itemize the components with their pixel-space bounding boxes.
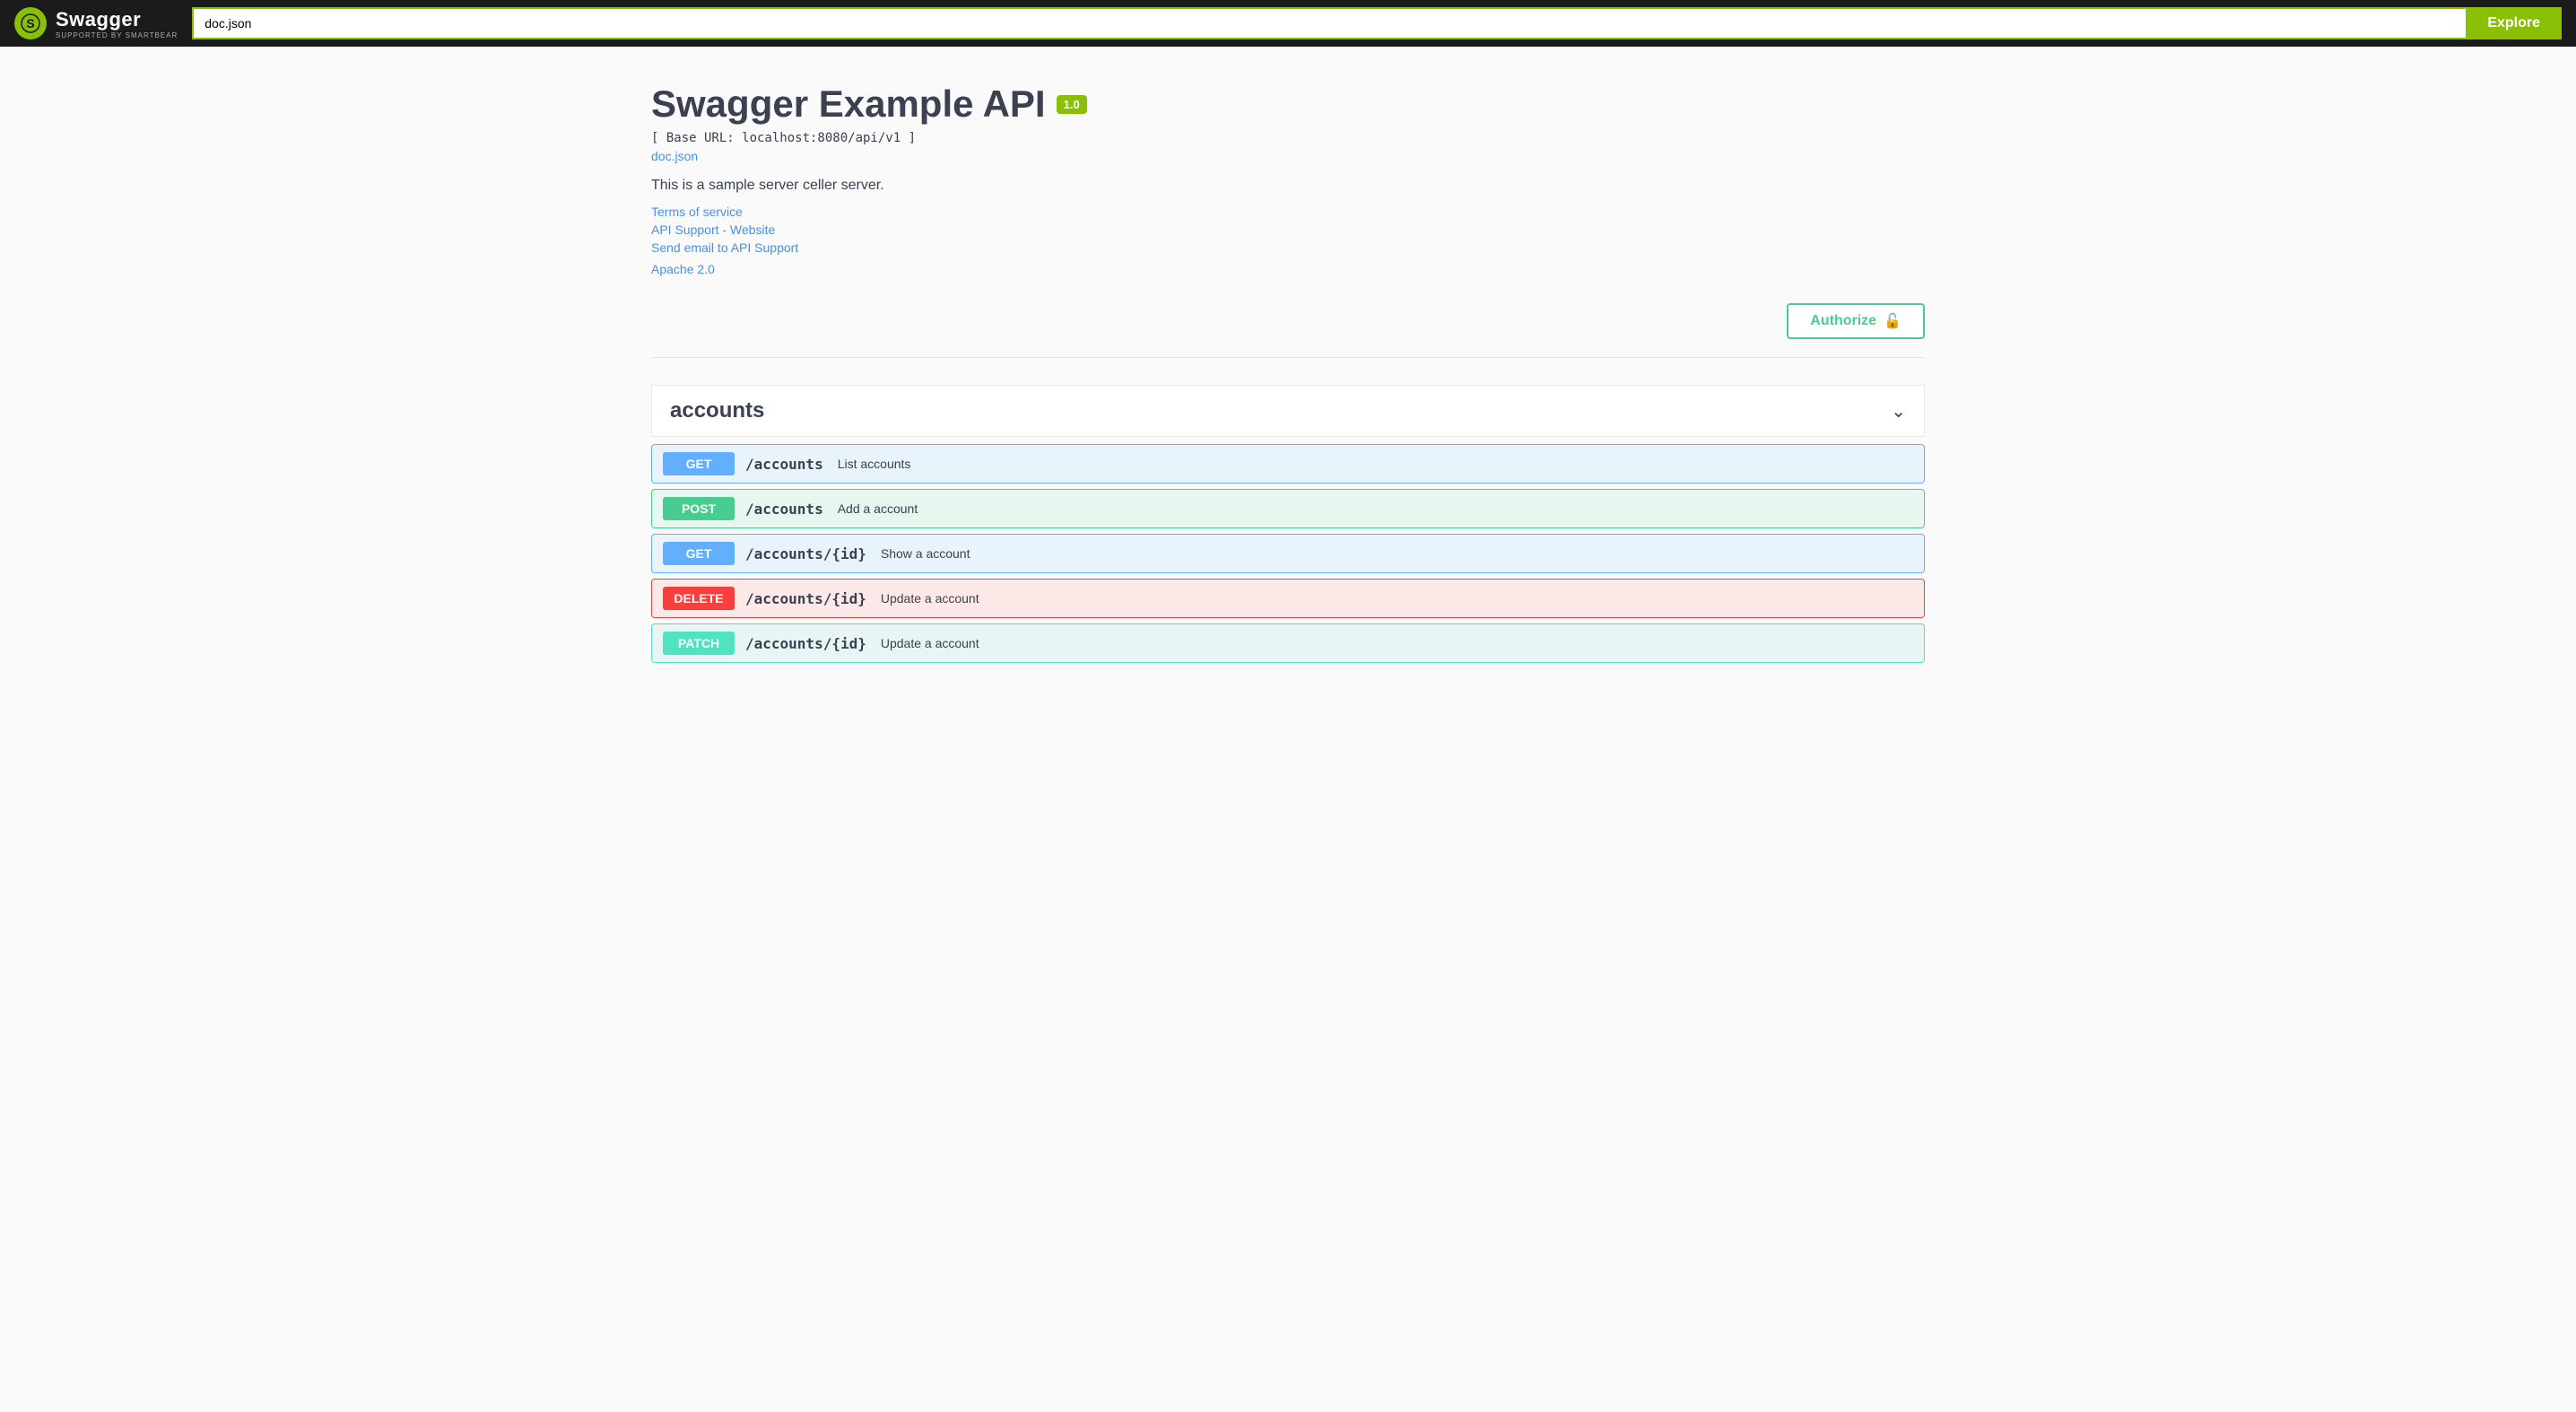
endpoint-row[interactable]: PATCH /accounts/{id} Update a account bbox=[651, 623, 1925, 663]
authorize-button[interactable]: Authorize 🔓 bbox=[1787, 303, 1925, 339]
swagger-logo-icon: S bbox=[14, 7, 47, 39]
endpoint-row[interactable]: GET /accounts/{id} Show a account bbox=[651, 534, 1925, 573]
version-badge: 1.0 bbox=[1057, 95, 1087, 114]
app-header: S Swagger Supported by SMARTBEAR Explore bbox=[0, 0, 2576, 47]
method-badge-post: POST bbox=[663, 497, 735, 520]
accounts-section: accounts ⌄ GET /accounts List accounts P… bbox=[651, 385, 1925, 663]
info-links: Terms of service API Support - Website S… bbox=[651, 205, 1925, 255]
endpoint-desc: List accounts bbox=[838, 457, 911, 471]
doc-link[interactable]: doc.json bbox=[651, 149, 1925, 163]
search-bar: Explore bbox=[192, 7, 2562, 39]
endpoint-path: /accounts bbox=[745, 501, 823, 518]
authorize-section: Authorize 🔓 bbox=[651, 303, 1925, 358]
terms-of-service-link[interactable]: Terms of service bbox=[651, 205, 1925, 219]
api-info-section: Swagger Example API 1.0 [ Base URL: loca… bbox=[651, 83, 1925, 276]
svg-text:S: S bbox=[26, 16, 34, 31]
endpoint-row[interactable]: POST /accounts Add a account bbox=[651, 489, 1925, 528]
endpoint-desc: Add a account bbox=[838, 501, 918, 516]
method-badge-delete: DELETE bbox=[663, 587, 735, 610]
api-title-row: Swagger Example API 1.0 bbox=[651, 83, 1925, 126]
endpoint-row[interactable]: DELETE /accounts/{id} Update a account bbox=[651, 579, 1925, 618]
endpoint-path: /accounts bbox=[745, 456, 823, 473]
logo-title: Swagger bbox=[56, 8, 178, 31]
logo-area: S Swagger Supported by SMARTBEAR bbox=[14, 7, 178, 39]
logo-subtitle: Supported by SMARTBEAR bbox=[56, 31, 178, 39]
method-badge-patch: PATCH bbox=[663, 632, 735, 655]
explore-button[interactable]: Explore bbox=[2466, 7, 2562, 39]
license-link[interactable]: Apache 2.0 bbox=[651, 262, 1925, 276]
authorize-label: Authorize bbox=[1810, 313, 1876, 329]
support-email-link[interactable]: Send email to API Support bbox=[651, 240, 1925, 255]
endpoint-path: /accounts/{id} bbox=[745, 590, 866, 607]
api-title: Swagger Example API bbox=[651, 83, 1046, 126]
section-header-accounts[interactable]: accounts ⌄ bbox=[651, 385, 1925, 437]
method-badge-get: GET bbox=[663, 452, 735, 475]
api-description: This is a sample server celler server. bbox=[651, 178, 1925, 194]
endpoint-desc: Update a account bbox=[881, 636, 979, 650]
endpoint-path: /accounts/{id} bbox=[745, 635, 866, 652]
section-title-accounts: accounts bbox=[670, 398, 764, 423]
endpoint-desc: Show a account bbox=[881, 546, 970, 561]
main-content: Swagger Example API 1.0 [ Base URL: loca… bbox=[633, 47, 1943, 699]
endpoint-path: /accounts/{id} bbox=[745, 545, 866, 562]
logo-text: Swagger Supported by SMARTBEAR bbox=[56, 8, 178, 39]
endpoint-desc: Update a account bbox=[881, 591, 979, 606]
chevron-down-icon: ⌄ bbox=[1891, 400, 1906, 423]
lock-icon: 🔓 bbox=[1884, 312, 1902, 330]
method-badge-get: GET bbox=[663, 542, 735, 565]
endpoint-list: GET /accounts List accounts POST /accoun… bbox=[651, 444, 1925, 663]
search-input[interactable] bbox=[192, 7, 2466, 39]
support-website-link[interactable]: API Support - Website bbox=[651, 222, 1925, 237]
endpoint-row[interactable]: GET /accounts List accounts bbox=[651, 444, 1925, 484]
base-url: [ Base URL: localhost:8080/api/v1 ] bbox=[651, 131, 1925, 145]
